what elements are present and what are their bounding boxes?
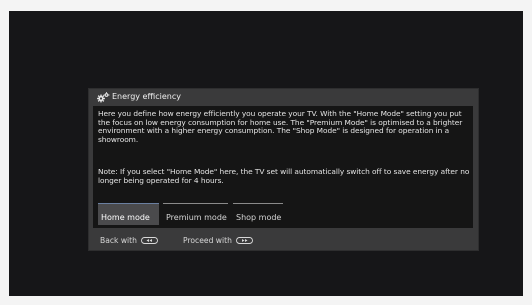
dialog-title-bar: Energy efficiency xyxy=(89,89,478,106)
content-panel: Here you define how energy efficiently y… xyxy=(93,106,473,228)
shop-mode-button[interactable]: Shop mode xyxy=(233,203,283,225)
dialog-footer: Back with Proceed with xyxy=(89,230,478,250)
home-mode-button[interactable]: Home mode xyxy=(98,203,159,225)
rewind-key-icon xyxy=(141,237,158,244)
tv-screen: Energy efficiency Here you define how en… xyxy=(9,11,523,296)
energy-efficiency-dialog: Energy efficiency Here you define how en… xyxy=(89,89,478,250)
premium-mode-button[interactable]: Premium mode xyxy=(163,203,228,225)
premium-mode-label: Premium mode xyxy=(166,213,227,222)
proceed-label: Proceed with xyxy=(183,236,232,245)
shop-mode-label: Shop mode xyxy=(236,213,282,222)
description-text: Here you define how energy efficiently y… xyxy=(98,109,463,144)
back-label: Back with xyxy=(100,236,137,245)
note-text: Note: If you select "Home Mode" here, th… xyxy=(98,167,470,185)
fast-forward-key-icon xyxy=(235,237,253,244)
back-hint[interactable]: Back with xyxy=(100,235,158,246)
gear-icon xyxy=(97,92,110,103)
home-mode-label: Home mode xyxy=(101,213,150,222)
dialog-title: Energy efficiency xyxy=(112,92,181,101)
proceed-hint[interactable]: Proceed with xyxy=(183,235,253,246)
